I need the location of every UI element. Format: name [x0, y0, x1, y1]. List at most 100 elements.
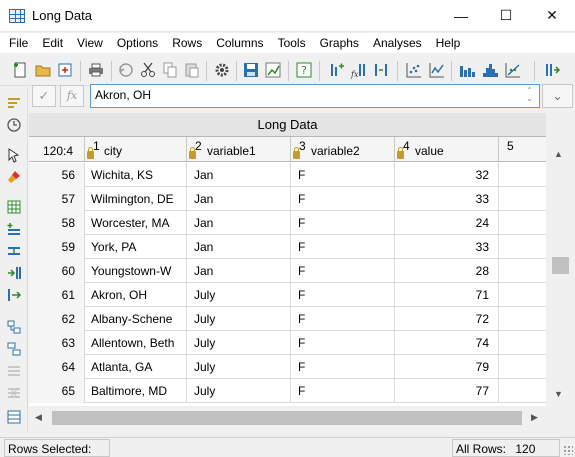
variable1-cell[interactable]: Jan [187, 187, 291, 211]
row-number-cell[interactable]: 65 [29, 379, 85, 403]
sheet-icon[interactable] [6, 409, 22, 425]
value-cell[interactable]: 33 [395, 187, 499, 211]
value-cell[interactable]: 24 [395, 211, 499, 235]
column-move-icon[interactable] [6, 265, 22, 281]
import-icon[interactable] [56, 61, 74, 79]
variable2-cell[interactable]: F [291, 163, 395, 187]
scroll-up-icon[interactable]: ▲ [554, 149, 563, 159]
minimize-button[interactable]: — [438, 0, 484, 31]
value-cell[interactable]: 74 [395, 331, 499, 355]
corner-cell[interactable]: 120:4 [29, 137, 85, 162]
menu-analyses[interactable]: Analyses [366, 33, 429, 53]
variable1-cell[interactable]: July [187, 307, 291, 331]
select-pointer-icon[interactable] [6, 147, 22, 163]
menu-columns[interactable]: Columns [209, 33, 270, 53]
empty-cell[interactable] [499, 379, 546, 403]
variable1-cell[interactable]: July [187, 379, 291, 403]
settings-icon[interactable] [213, 61, 231, 79]
horizontal-scrollbar[interactable]: ◀ ▶ [29, 406, 575, 430]
print-icon[interactable] [87, 61, 105, 79]
value-cell[interactable]: 28 [395, 259, 499, 283]
column-header-variable1[interactable]: 2 variable1 [187, 137, 291, 162]
row-number-cell[interactable]: 56 [29, 163, 85, 187]
table-row[interactable]: 63 Allentown, Beth July F 74 [29, 331, 546, 355]
variable2-cell[interactable]: F [291, 355, 395, 379]
scroll-left-icon[interactable]: ◀ [35, 412, 42, 423]
row-number-cell[interactable]: 64 [29, 355, 85, 379]
variable1-cell[interactable]: July [187, 355, 291, 379]
variable2-cell[interactable]: F [291, 331, 395, 355]
formula-dropdown-button[interactable]: ⌄ [542, 84, 573, 108]
join-icon[interactable] [6, 385, 22, 401]
insert-row-icon[interactable] [327, 61, 345, 79]
maximize-button[interactable]: ☐ [483, 0, 529, 31]
variable1-cell[interactable]: Jan [187, 211, 291, 235]
menu-edit[interactable]: Edit [35, 33, 70, 53]
variable2-cell[interactable]: F [291, 187, 395, 211]
close-button[interactable]: ✕ [529, 0, 575, 31]
city-cell[interactable]: Wichita, KS [85, 163, 187, 187]
value-cell[interactable]: 71 [395, 283, 499, 307]
variable1-cell[interactable]: Jan [187, 163, 291, 187]
cut-icon[interactable] [139, 61, 157, 79]
formula-column-icon[interactable]: fx [350, 61, 368, 79]
value-cell[interactable]: 79 [395, 355, 499, 379]
value-cell[interactable]: 33 [395, 235, 499, 259]
horizontal-scroll-thumb[interactable] [52, 411, 522, 425]
line-plot-icon[interactable] [428, 61, 446, 79]
variable2-cell[interactable]: F [291, 259, 395, 283]
menu-options[interactable]: Options [110, 33, 165, 53]
table-row[interactable]: 64 Atlanta, GA July F 79 [29, 355, 546, 379]
city-cell[interactable]: Worcester, MA [85, 211, 187, 235]
scatter-plot-icon[interactable] [405, 61, 423, 79]
sort-icon[interactable] [6, 95, 22, 111]
city-cell[interactable]: York, PA [85, 235, 187, 259]
new-table-icon[interactable] [11, 61, 29, 79]
city-cell[interactable]: Atlanta, GA [85, 355, 187, 379]
empty-cell[interactable] [499, 331, 546, 355]
table-row[interactable]: 60 Youngstown-W Jan F 28 [29, 259, 546, 283]
regression-icon[interactable] [504, 61, 522, 79]
menu-help[interactable]: Help [429, 33, 468, 53]
column-width-icon[interactable] [6, 287, 22, 303]
value-cell[interactable]: 32 [395, 163, 499, 187]
function-button[interactable]: fx [60, 85, 84, 107]
cell-value-input[interactable]: Akron, OH ⌃ ⌄ [90, 84, 540, 108]
variable1-cell[interactable]: July [187, 283, 291, 307]
empty-cell[interactable] [499, 187, 546, 211]
table-row[interactable]: 61 Akron, OH July F 71 [29, 283, 546, 307]
stack-icon[interactable] [6, 319, 22, 335]
empty-cell[interactable] [499, 307, 546, 331]
paste-icon[interactable] [183, 61, 201, 79]
save-icon[interactable] [242, 61, 260, 79]
open-icon[interactable] [34, 61, 52, 79]
vertical-scroll-thumb[interactable] [552, 257, 569, 274]
vertical-scrollbar[interactable]: ▲ ▼ [546, 137, 575, 406]
empty-cell[interactable] [499, 283, 546, 307]
city-cell[interactable]: Akron, OH [85, 283, 187, 307]
empty-cell[interactable] [499, 211, 546, 235]
merge-icon[interactable] [6, 363, 22, 379]
row-number-cell[interactable]: 60 [29, 259, 85, 283]
variable2-cell[interactable]: F [291, 283, 395, 307]
row-number-cell[interactable]: 62 [29, 307, 85, 331]
menu-rows[interactable]: Rows [165, 33, 209, 53]
table-row[interactable]: 65 Baltimore, MD July F 77 [29, 379, 546, 403]
help-icon[interactable]: ? [295, 61, 313, 79]
menu-view[interactable]: View [70, 33, 110, 53]
value-cell[interactable]: 77 [395, 379, 499, 403]
city-cell[interactable]: Wilmington, DE [85, 187, 187, 211]
column-header-5[interactable]: 5 [499, 137, 546, 162]
menu-file[interactable]: File [0, 33, 35, 53]
table-icon[interactable] [6, 199, 22, 215]
variable1-cell[interactable]: July [187, 331, 291, 355]
menu-tools[interactable]: Tools [271, 33, 313, 53]
scroll-down-icon[interactable]: ▼ [554, 389, 563, 399]
scroll-right-icon[interactable]: ▶ [531, 412, 538, 423]
variable2-cell[interactable]: F [291, 211, 395, 235]
row-add-icon[interactable] [6, 221, 22, 237]
table-row[interactable]: 59 York, PA Jan F 33 [29, 235, 546, 259]
accept-button[interactable]: ✓ [32, 85, 56, 107]
row-number-cell[interactable]: 58 [29, 211, 85, 235]
variable1-cell[interactable]: Jan [187, 259, 291, 283]
